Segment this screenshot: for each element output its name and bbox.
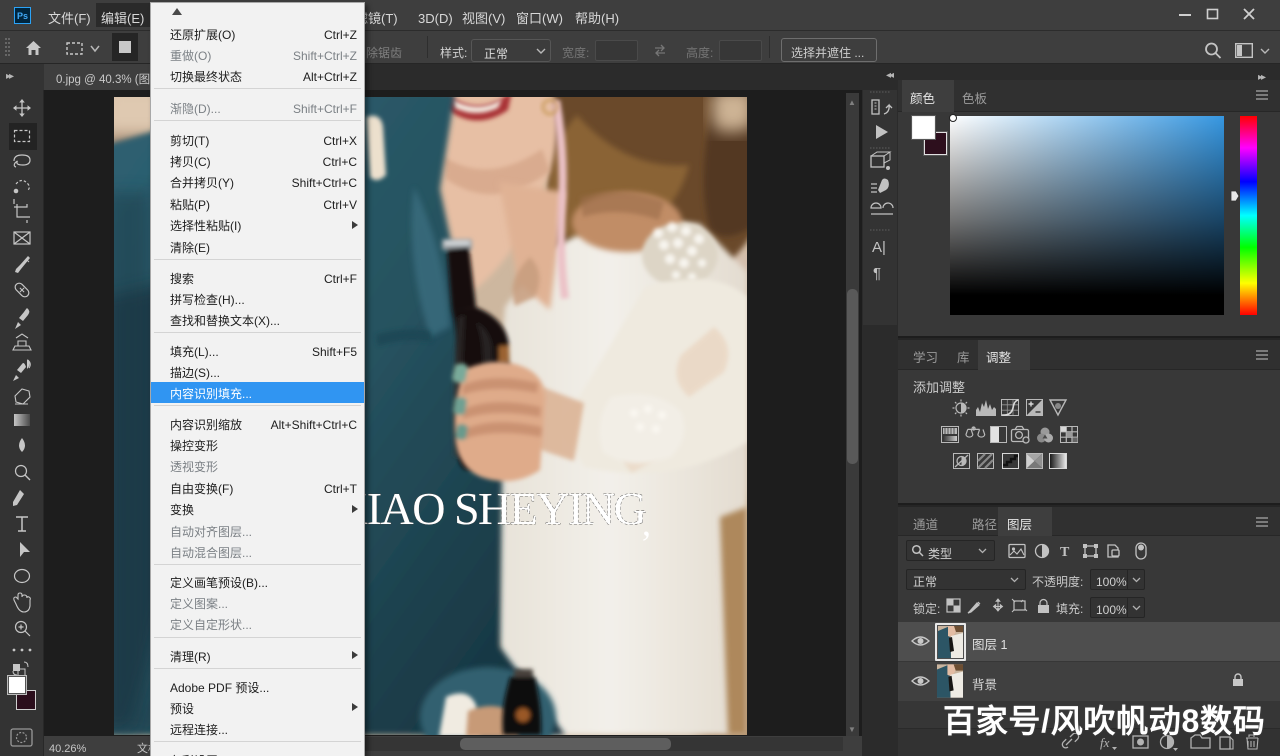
svg-text:XIAO SHEYING: XIAO SHEYING <box>335 483 646 534</box>
svg-text:,: , <box>642 503 651 543</box>
svg-text:T: T <box>1060 545 1070 560</box>
svg-text:A|: A| <box>872 239 886 256</box>
svg-text:¶: ¶ <box>873 265 881 282</box>
